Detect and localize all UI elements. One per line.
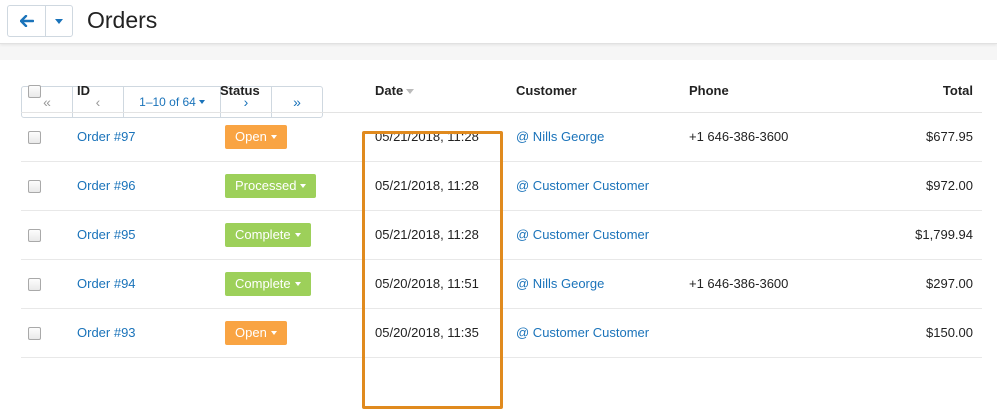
- total-cell: $150.00: [849, 308, 982, 358]
- orders-table: ID Status Date Customer Phone Total Orde…: [21, 70, 982, 358]
- order-id-cell: Order #94: [77, 259, 220, 309]
- total-cell: $677.95: [849, 112, 982, 162]
- phone-cell: [689, 210, 849, 260]
- caret-down-icon: [294, 281, 301, 286]
- column-header-date[interactable]: Date: [361, 70, 516, 113]
- customer-link[interactable]: @ Customer Customer: [516, 178, 649, 193]
- customer-link[interactable]: @ Customer Customer: [516, 227, 649, 242]
- table-row: Order #93 Open 05/20/2018, 11:35 @ Custo…: [21, 308, 982, 358]
- date-cell: 05/20/2018, 11:51: [361, 259, 516, 309]
- table-row: Order #95 Complete 05/21/2018, 11:28 @ C…: [21, 210, 982, 260]
- table-row: Order #96 Processed 05/21/2018, 11:28 @ …: [21, 161, 982, 211]
- row-checkbox-cell: [21, 112, 77, 162]
- sort-desc-icon: [406, 89, 415, 95]
- order-id-cell: Order #96: [77, 161, 220, 211]
- column-header-phone[interactable]: Phone: [689, 70, 849, 113]
- status-label: Open: [235, 129, 267, 144]
- order-link[interactable]: Order #93: [77, 325, 136, 340]
- phone-cell: [689, 161, 849, 211]
- arrow-left-icon: [19, 15, 34, 27]
- row-checkbox[interactable]: [28, 327, 41, 341]
- column-header-id[interactable]: ID: [77, 70, 220, 113]
- status-badge[interactable]: Open: [225, 124, 287, 149]
- order-id-cell: Order #97: [77, 112, 220, 162]
- status-badge[interactable]: Complete: [225, 222, 311, 247]
- row-checkbox-cell: [21, 259, 77, 309]
- select-all-cell: [21, 70, 77, 113]
- customer-cell: @ Customer Customer: [516, 308, 689, 358]
- status-cell: Open: [220, 308, 361, 358]
- status-label: Complete: [235, 227, 291, 242]
- order-link[interactable]: Order #96: [77, 178, 136, 193]
- total-cell: $1,799.94: [849, 210, 982, 260]
- column-header-total[interactable]: Total: [849, 70, 982, 113]
- order-link[interactable]: Order #97: [77, 129, 136, 144]
- status-badge[interactable]: Open: [225, 320, 287, 345]
- phone-cell: +1 646-386-3600: [689, 112, 849, 162]
- status-label: Processed: [235, 178, 297, 193]
- status-label: Complete: [235, 276, 291, 291]
- total-cell: $297.00: [849, 259, 982, 309]
- caret-down-icon: [270, 330, 277, 335]
- column-header-customer[interactable]: Customer: [516, 70, 689, 113]
- caret-down-icon: [294, 232, 301, 237]
- order-link[interactable]: Order #95: [77, 227, 136, 242]
- date-cell: 05/21/2018, 11:28: [361, 161, 516, 211]
- row-checkbox[interactable]: [28, 229, 41, 243]
- navigation-dropdown-button[interactable]: [46, 6, 72, 36]
- row-checkbox-cell: [21, 161, 77, 211]
- order-link[interactable]: Order #94: [77, 276, 136, 291]
- customer-link[interactable]: @ Customer Customer: [516, 325, 649, 340]
- status-cell: Processed: [220, 161, 361, 211]
- phone-cell: [689, 308, 849, 358]
- row-checkbox-cell: [21, 308, 77, 358]
- table-header-row: ID Status Date Customer Phone Total: [21, 70, 982, 113]
- status-label: Open: [235, 325, 267, 340]
- back-button[interactable]: [8, 6, 46, 36]
- page-title: Orders: [87, 7, 158, 33]
- column-header-date-label: Date: [375, 83, 404, 99]
- row-checkbox[interactable]: [28, 131, 41, 145]
- date-cell: 05/21/2018, 11:28: [361, 112, 516, 162]
- status-cell: Complete: [220, 259, 361, 309]
- status-badge[interactable]: Processed: [225, 173, 317, 198]
- caret-down-icon: [270, 134, 277, 139]
- customer-cell: @ Customer Customer: [516, 210, 689, 260]
- status-badge[interactable]: Complete: [225, 271, 311, 296]
- customer-link[interactable]: @ Nills George: [516, 129, 604, 144]
- customer-link[interactable]: @ Nills George: [516, 276, 604, 291]
- date-cell: 05/20/2018, 11:35: [361, 308, 516, 358]
- date-cell: 05/21/2018, 11:28: [361, 210, 516, 260]
- caret-down-icon: [300, 183, 307, 188]
- order-id-cell: Order #95: [77, 210, 220, 260]
- customer-cell: @ Customer Customer: [516, 161, 689, 211]
- column-header-status[interactable]: Status: [220, 70, 361, 113]
- top-toolbar: Orders: [0, 0, 997, 44]
- table-row: Order #94 Complete 05/20/2018, 11:51 @ N…: [21, 259, 982, 309]
- order-id-cell: Order #93: [77, 308, 220, 358]
- row-checkbox-cell: [21, 210, 77, 260]
- phone-cell: +1 646-386-3600: [689, 259, 849, 309]
- table-row: Order #97 Open 05/21/2018, 11:28 @ Nills…: [21, 112, 982, 162]
- select-all-checkbox[interactable]: [28, 85, 41, 99]
- row-checkbox[interactable]: [28, 278, 41, 292]
- caret-down-icon: [55, 18, 63, 24]
- total-cell: $972.00: [849, 161, 982, 211]
- navigation-button-group: [7, 5, 73, 37]
- customer-cell: @ Nills George: [516, 259, 689, 309]
- status-cell: Complete: [220, 210, 361, 260]
- row-checkbox[interactable]: [28, 180, 41, 194]
- status-cell: Open: [220, 112, 361, 162]
- customer-cell: @ Nills George: [516, 112, 689, 162]
